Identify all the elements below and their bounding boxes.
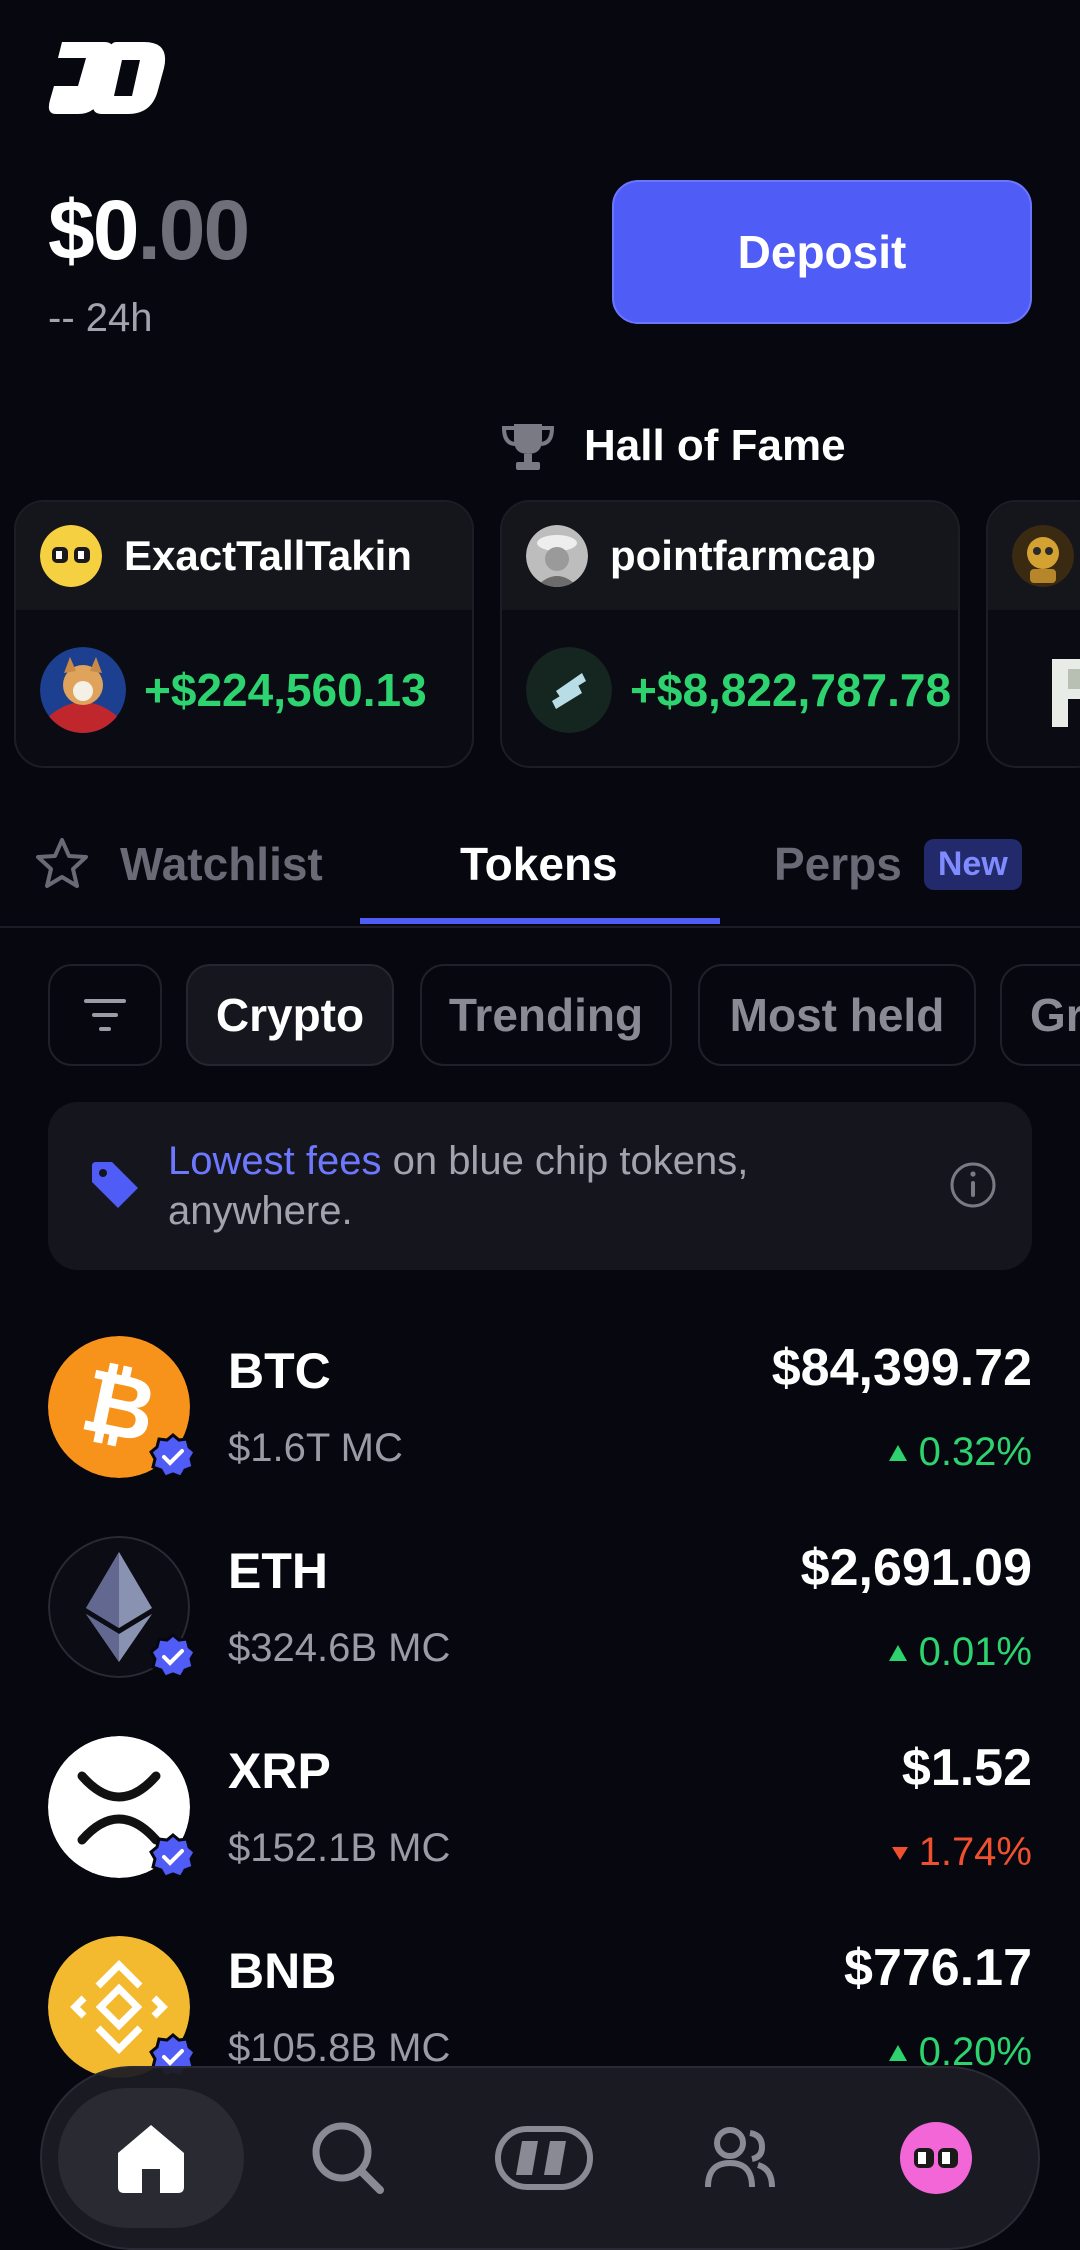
trader-name: pointfarmcap xyxy=(610,532,877,579)
fees-banner-text: Lowest fees on blue chip tokens, anywher… xyxy=(168,1139,749,1233)
trophy-icon xyxy=(501,424,555,470)
token-avatar xyxy=(1052,659,1080,727)
app-logo-icon xyxy=(48,42,166,114)
token-price: $1.52 xyxy=(901,1739,1032,1797)
filter-button[interactable] xyxy=(48,964,162,1066)
token-symbol: BNB xyxy=(228,1943,337,1999)
home-icon xyxy=(118,2125,184,2193)
hall-of-fame-header[interactable]: Hall of Fame xyxy=(500,418,846,474)
token-market-cap: $1.6T MC xyxy=(228,1426,403,1470)
chip-trending[interactable]: Trending xyxy=(420,964,672,1066)
fees-highlight[interactable]: Lowest fees xyxy=(168,1139,381,1183)
nav-profile[interactable] xyxy=(866,2088,1006,2228)
fees-banner: Lowest fees on blue chip tokens, anywher… xyxy=(48,1102,1032,1270)
chip-more[interactable]: Gr xyxy=(1000,964,1080,1066)
deposit-button[interactable]: Deposit xyxy=(612,180,1032,324)
nav-friends[interactable] xyxy=(670,2088,810,2228)
trader-profit: +$8,822,787.78 xyxy=(630,664,952,716)
trader-avatar xyxy=(40,525,102,587)
info-icon[interactable] xyxy=(948,1160,998,1210)
new-badge: New xyxy=(923,838,1022,890)
filter-icon xyxy=(84,999,126,1031)
tab-tokens[interactable]: Tokens xyxy=(460,800,618,928)
token-symbol: ETH xyxy=(228,1543,328,1599)
balance-change-24h: -- 24h xyxy=(48,296,153,340)
token-price: $776.17 xyxy=(844,1939,1032,1997)
star-icon xyxy=(36,838,88,888)
token-market-cap: $105.8B MC xyxy=(228,2026,451,2070)
caret-up-icon xyxy=(888,2044,907,2061)
nav-search[interactable] xyxy=(278,2088,418,2228)
search-icon xyxy=(312,2122,384,2194)
active-tab-indicator xyxy=(360,918,720,924)
token-row[interactable]: ETH $324.6B MC $2,691.09 0.01% xyxy=(48,1536,1032,1706)
hall-of-fame-title: Hall of Fame xyxy=(584,421,846,470)
caret-up-icon xyxy=(888,1644,907,1661)
token-change: 0.01% xyxy=(887,1630,1032,1675)
token-symbol: XRP xyxy=(228,1743,331,1799)
token-avatar xyxy=(526,647,612,733)
trader-avatar xyxy=(1012,525,1074,587)
token-change: 0.32% xyxy=(887,1430,1032,1475)
nav-home[interactable] xyxy=(58,2088,244,2228)
nav-app[interactable] xyxy=(474,2088,614,2228)
caret-up-icon xyxy=(888,1444,907,1461)
bottom-nav xyxy=(40,2066,1040,2250)
main-tabs: Watchlist Tokens Perps New xyxy=(0,800,1080,928)
token-change: 1.74% xyxy=(891,1830,1032,1875)
balance-value: $0.00 xyxy=(48,183,250,277)
token-market-cap: $324.6B MC xyxy=(228,1626,451,1670)
trader-name: ExactTallTakin xyxy=(124,532,412,579)
tab-label: Watchlist xyxy=(120,838,323,890)
tab-watchlist[interactable]: Watchlist xyxy=(32,800,323,928)
verified-badge-icon xyxy=(149,1433,197,1479)
token-row[interactable]: XRP $152.1B MC $1.52 1.74% xyxy=(48,1736,1032,1906)
token-symbol: BTC xyxy=(228,1343,331,1399)
verified-badge-icon xyxy=(149,1833,197,1879)
token-market-cap: $152.1B MC xyxy=(228,1826,451,1870)
token-price: $84,399.72 xyxy=(771,1339,1032,1397)
verified-badge-icon xyxy=(149,1633,197,1679)
tab-perps[interactable]: Perps New xyxy=(774,800,1022,928)
friends-icon xyxy=(705,2127,775,2188)
token-avatar xyxy=(40,647,126,733)
price-tag-icon xyxy=(92,1162,138,1208)
app-logo-icon xyxy=(495,2126,593,2190)
trader-avatar xyxy=(526,525,588,587)
caret-down-icon xyxy=(891,1846,908,1860)
profile-icon xyxy=(900,2122,972,2194)
hall-of-fame-card[interactable] xyxy=(986,500,1080,768)
tab-label: Tokens xyxy=(460,838,618,890)
hall-of-fame-card[interactable]: ExactTallTakin +$224,560.13 xyxy=(14,500,474,768)
token-price: $2,691.09 xyxy=(800,1539,1032,1597)
token-row[interactable]: ₿ BTC $1.6T MC $84,399.72 0.32% xyxy=(48,1336,1032,1506)
hall-of-fame-card[interactable]: pointfarmcap +$8,822,787.78 xyxy=(500,500,960,768)
chip-most-held[interactable]: Most held xyxy=(698,964,976,1066)
chip-crypto[interactable]: Crypto xyxy=(186,964,394,1066)
trader-profit: +$224,560.13 xyxy=(144,664,427,716)
tab-label: Perps xyxy=(774,838,902,890)
